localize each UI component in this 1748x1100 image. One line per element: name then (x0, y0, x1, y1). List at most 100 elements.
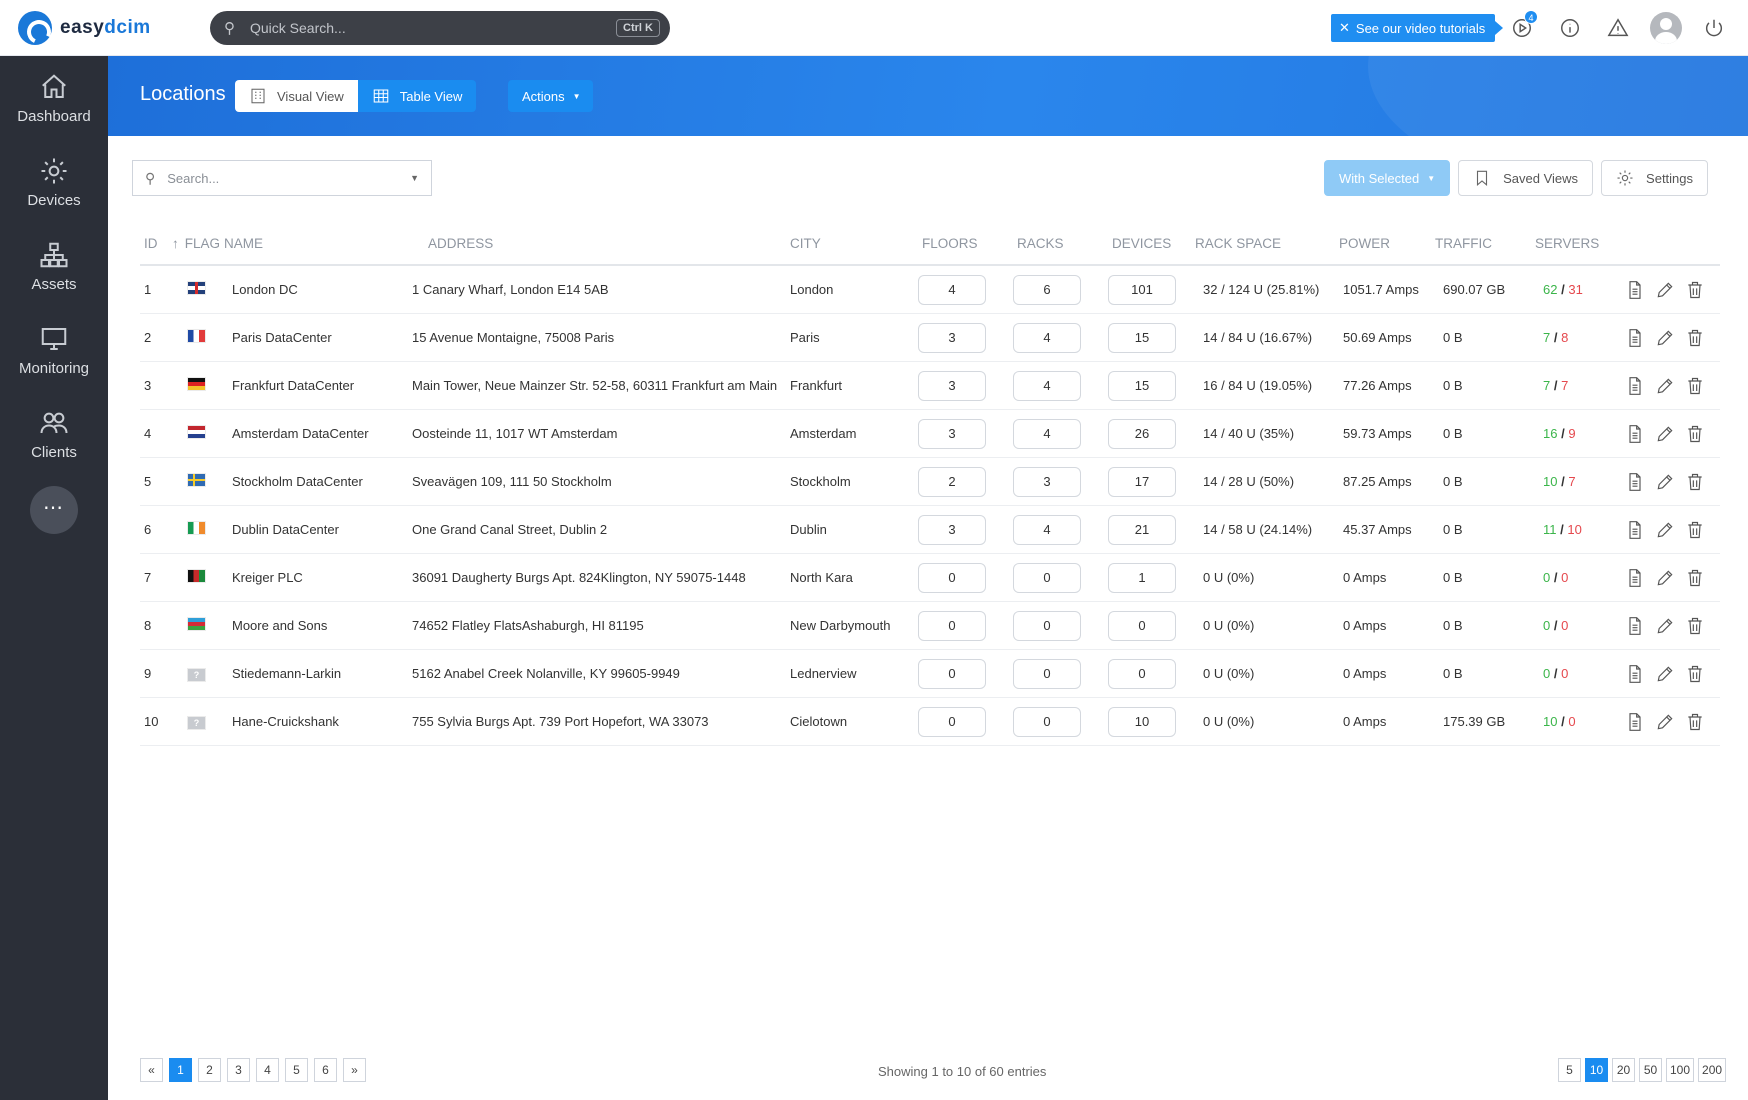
floors-count[interactable]: 0 (918, 658, 986, 689)
table-row[interactable]: 6 Dublin DataCenter One Grand Canal Street… (140, 506, 1720, 554)
devices-count[interactable]: 0 (1108, 610, 1176, 641)
quick-search[interactable]: ⚲ Ctrl K (210, 11, 670, 45)
edit-icon[interactable] (1655, 472, 1675, 492)
document-icon[interactable] (1625, 280, 1645, 300)
devices-count[interactable]: 1 (1108, 562, 1176, 593)
floors-count[interactable]: 3 (918, 418, 986, 449)
close-icon[interactable]: ✕ (1339, 20, 1350, 36)
video-tutorials-button[interactable]: ✕ See our video tutorials (1331, 14, 1504, 42)
edit-icon[interactable] (1655, 664, 1675, 684)
edit-icon[interactable] (1655, 280, 1675, 300)
page-size-option[interactable]: 10 (1585, 1058, 1608, 1082)
document-icon[interactable] (1625, 712, 1645, 732)
cell-name[interactable]: London DC (224, 282, 404, 297)
cell-name[interactable]: Kreiger PLC (224, 570, 404, 585)
column-address[interactable]: ADDRESS (404, 236, 782, 251)
racks-count[interactable]: 6 (1013, 274, 1081, 305)
cell-name[interactable]: Frankfurt DataCenter (224, 378, 404, 393)
floors-count[interactable]: 4 (918, 274, 986, 305)
racks-count[interactable]: 4 (1013, 418, 1081, 449)
devices-count[interactable]: 21 (1108, 514, 1176, 545)
devices-count[interactable]: 15 (1108, 370, 1176, 401)
page-size-option[interactable]: 200 (1698, 1058, 1727, 1082)
document-icon[interactable] (1625, 664, 1645, 684)
cell-name[interactable]: Stiedemann-Larkin (224, 666, 404, 681)
cell-name[interactable]: Hane-Cruickshank (224, 714, 404, 729)
racks-count[interactable]: 4 (1013, 370, 1081, 401)
table-row[interactable]: 4 Amsterdam DataCenter Oosteinde 11, 1017 … (140, 410, 1720, 458)
table-search-input[interactable] (167, 170, 411, 186)
chevron-down-icon[interactable]: ▼ (410, 173, 419, 183)
floors-count[interactable]: 3 (918, 370, 986, 401)
prev-page-button[interactable]: « (140, 1058, 163, 1082)
column-power[interactable]: POWER (1335, 236, 1435, 251)
cell-name[interactable]: Stockholm DataCenter (224, 474, 404, 489)
user-menu[interactable] (1649, 12, 1683, 44)
column-rack-space[interactable]: RACK SPACE (1195, 236, 1335, 251)
floors-count[interactable]: 3 (918, 322, 986, 353)
racks-count[interactable]: 4 (1013, 322, 1081, 353)
floors-count[interactable]: 0 (918, 706, 986, 737)
column-floors[interactable]: FLOORS (910, 236, 1005, 251)
devices-count[interactable]: 0 (1108, 658, 1176, 689)
page-size-option[interactable]: 5 (1558, 1058, 1581, 1082)
cell-name[interactable]: Dublin DataCenter (224, 522, 404, 537)
table-view-button[interactable]: Table View (357, 80, 477, 112)
page-size-option[interactable]: 20 (1612, 1058, 1635, 1082)
floors-count[interactable]: 0 (918, 562, 986, 593)
table-row[interactable]: 1 London DC 1 Canary Wharf, London E14 5AB… (140, 266, 1720, 314)
page-button[interactable]: 6 (314, 1058, 337, 1082)
trash-icon[interactable] (1685, 280, 1705, 300)
floors-count[interactable]: 3 (918, 514, 986, 545)
notifications-button[interactable]: 4 (1505, 10, 1539, 44)
edit-icon[interactable] (1655, 376, 1675, 396)
racks-count[interactable]: 0 (1013, 610, 1081, 641)
trash-icon[interactable] (1685, 568, 1705, 588)
table-row[interactable]: 5 Stockholm DataCenter Sveavägen 109, 111 … (140, 458, 1720, 506)
devices-count[interactable]: 101 (1108, 274, 1176, 305)
page-button[interactable]: 2 (198, 1058, 221, 1082)
trash-icon[interactable] (1685, 424, 1705, 444)
saved-views-button[interactable]: Saved Views (1458, 160, 1594, 196)
table-row[interactable]: 3 Frankfurt DataCenter Main Tower, Neue Ma… (140, 362, 1720, 410)
trash-icon[interactable] (1685, 376, 1705, 396)
racks-count[interactable]: 0 (1013, 706, 1081, 737)
devices-count[interactable]: 26 (1108, 418, 1176, 449)
column-traffic[interactable]: TRAFFIC (1435, 236, 1535, 251)
trash-icon[interactable] (1685, 328, 1705, 348)
trash-icon[interactable] (1685, 712, 1705, 732)
table-row[interactable]: 7 Kreiger PLC 36091 Daugherty Burgs Apt. 8… (140, 554, 1720, 602)
sidebar-item-monitoring[interactable]: Monitoring (0, 308, 108, 392)
sidebar-item-dashboard[interactable]: Dashboard (0, 56, 108, 140)
table-row[interactable]: 10? Hane-Cruickshank 755 Sylvia Burgs Apt.… (140, 698, 1720, 746)
sidebar-item-assets[interactable]: Assets (0, 224, 108, 308)
page-size-option[interactable]: 50 (1639, 1058, 1662, 1082)
racks-count[interactable]: 0 (1013, 562, 1081, 593)
column-racks[interactable]: RACKS (1005, 236, 1100, 251)
devices-count[interactable]: 10 (1108, 706, 1176, 737)
page-button[interactable]: 5 (285, 1058, 308, 1082)
column-devices[interactable]: DEVICES (1100, 236, 1195, 251)
devices-count[interactable]: 15 (1108, 322, 1176, 353)
cell-name[interactable]: Amsterdam DataCenter (224, 426, 404, 441)
trash-icon[interactable] (1685, 472, 1705, 492)
column-city[interactable]: CITY (782, 236, 910, 251)
sidebar-item-devices[interactable]: Devices (0, 140, 108, 224)
page-button[interactable]: 3 (227, 1058, 250, 1082)
edit-icon[interactable] (1655, 520, 1675, 540)
trash-icon[interactable] (1685, 520, 1705, 540)
column-servers[interactable]: SERVERS (1535, 236, 1625, 251)
edit-icon[interactable] (1655, 328, 1675, 348)
table-search[interactable]: ⚲ ▼ (132, 160, 432, 196)
sidebar-more-button[interactable]: ⋯ (30, 486, 78, 534)
racks-count[interactable]: 3 (1013, 466, 1081, 497)
devices-count[interactable]: 17 (1108, 466, 1176, 497)
document-icon[interactable] (1625, 616, 1645, 636)
trash-icon[interactable] (1685, 664, 1705, 684)
column-id[interactable]: ID (140, 236, 172, 251)
floors-count[interactable]: 0 (918, 610, 986, 641)
visual-view-button[interactable]: Visual View (235, 80, 358, 112)
column-flag[interactable]: ↑ FLAG (172, 236, 224, 251)
table-row[interactable]: 9? Stiedemann-Larkin 5162 Anabel Creek Nol… (140, 650, 1720, 698)
logout-button[interactable] (1697, 12, 1731, 44)
